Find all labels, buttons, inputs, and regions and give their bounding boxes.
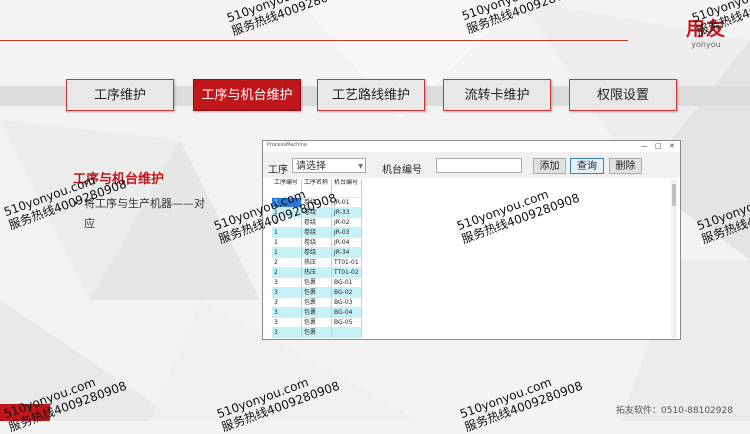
cell-process-name[interactable]: 包裹 bbox=[301, 307, 332, 318]
tab-routing[interactable]: 工艺路线维护 bbox=[317, 79, 425, 111]
process-select[interactable]: 请选择 ▼ bbox=[292, 158, 366, 173]
cell-machine-id[interactable]: JR-34 bbox=[331, 247, 362, 258]
tab-process[interactable]: 工序维护 bbox=[66, 79, 174, 111]
cell-process-name[interactable]: 卷绕 bbox=[301, 227, 332, 238]
cell-machine-id[interactable] bbox=[331, 327, 362, 338]
header-divider bbox=[0, 40, 628, 41]
cell-machine-id[interactable]: BG-01 bbox=[331, 277, 362, 288]
footer-contact: 拓友软件：0510-88102928 bbox=[616, 406, 733, 416]
cell-process-name[interactable]: 卷绕 bbox=[301, 247, 332, 258]
cell-process-id[interactable]: 1 bbox=[272, 237, 302, 248]
tab-process-machine[interactable]: 工序与机台维护 bbox=[193, 79, 301, 111]
close-icon[interactable]: ✕ bbox=[669, 141, 675, 151]
tab-permissions[interactable]: 权限设置 bbox=[569, 79, 677, 111]
tab-transfer-card[interactable]: 流转卡维护 bbox=[443, 79, 551, 111]
cell-machine-id[interactable]: BG-05 bbox=[331, 317, 362, 328]
cell-process-name[interactable]: 热压 bbox=[301, 267, 332, 278]
maximize-icon[interactable]: □ bbox=[655, 141, 662, 151]
cell-process-id[interactable]: 3 bbox=[272, 327, 302, 338]
table-row[interactable]: 3 包裹 bbox=[272, 327, 362, 338]
delete-button[interactable]: 删除 bbox=[609, 158, 642, 174]
cell-machine-id[interactable]: BG-03 bbox=[331, 297, 362, 308]
logo-en: yonyou bbox=[691, 40, 721, 49]
cell-process-id[interactable]: 2 bbox=[272, 257, 302, 268]
query-button[interactable]: 查询 bbox=[570, 158, 604, 174]
cell-process-id[interactable]: 3 bbox=[272, 277, 302, 288]
vertical-scrollbar[interactable] bbox=[671, 180, 677, 338]
cell-process-name[interactable]: 包裹 bbox=[301, 297, 332, 308]
table-row[interactable]: 1 卷绕 JR-34 bbox=[272, 247, 362, 258]
tab-bar: 工序维护 工序与机台维护 工艺路线维护 流转卡维护 权限设置 bbox=[0, 79, 750, 113]
table-row[interactable]: 1 卷绕 JR-04 bbox=[272, 237, 362, 248]
chevron-down-icon: ▼ bbox=[358, 163, 363, 170]
cell-machine-id[interactable]: JR-03 bbox=[331, 227, 362, 238]
cell-process-id[interactable]: 3 bbox=[272, 317, 302, 328]
table-row[interactable]: 3 包裹 BG-04 bbox=[272, 307, 362, 318]
cell-process-id[interactable]: 3 bbox=[272, 307, 302, 318]
table-row[interactable]: 3 包裹 BG-02 bbox=[272, 287, 362, 298]
process-label: 工序 bbox=[268, 165, 288, 176]
cell-process-id[interactable]: 2 bbox=[272, 267, 302, 278]
cell-process-name[interactable]: 卷绕 bbox=[301, 217, 332, 228]
cell-machine-id[interactable]: BG-04 bbox=[331, 307, 362, 318]
cell-machine-id[interactable]: BG-02 bbox=[331, 287, 362, 298]
cell-process-id[interactable]: 3 bbox=[272, 287, 302, 298]
machine-input[interactable] bbox=[436, 158, 522, 173]
table-row[interactable]: 3 包裹 BG-03 bbox=[272, 297, 362, 308]
cell-machine-id[interactable]: TT01-01 bbox=[331, 257, 362, 268]
toolbar: 工序 请选择 ▼ 机台编号 添加 查询 删除 bbox=[263, 152, 680, 178]
bullet-text: 将工序与生产机器——对应 bbox=[84, 197, 205, 230]
table-row[interactable]: 3 包裹 BG-05 bbox=[272, 317, 362, 328]
machine-label: 机台编号 bbox=[382, 165, 422, 176]
table-row[interactable]: 2 热压 TT01-02 bbox=[272, 267, 362, 278]
table-row[interactable]: 3 包裹 BG-01 bbox=[272, 277, 362, 288]
process-select-value: 请选择 bbox=[296, 161, 326, 172]
window-title: ProcessMachine bbox=[267, 142, 307, 148]
cell-process-id[interactable]: 3 bbox=[272, 297, 302, 308]
add-button[interactable]: 添加 bbox=[533, 158, 566, 174]
header-machine-id[interactable]: 机台编号 bbox=[331, 179, 362, 198]
cell-process-id[interactable]: 1 bbox=[272, 247, 302, 258]
cell-process-name[interactable]: 包裹 bbox=[301, 317, 332, 328]
cell-machine-id[interactable]: TT01-02 bbox=[331, 267, 362, 278]
cell-machine-id[interactable]: JR-02 bbox=[331, 217, 362, 228]
cell-process-name[interactable]: 热压 bbox=[301, 257, 332, 268]
cell-process-name[interactable]: 包裹 bbox=[301, 327, 332, 338]
cell-process-name[interactable]: 包裹 bbox=[301, 277, 332, 288]
table-row[interactable]: 1 卷绕 JR-03 bbox=[272, 227, 362, 238]
cell-process-name[interactable]: 卷绕 bbox=[301, 237, 332, 248]
cell-process-id[interactable]: 1 bbox=[272, 227, 302, 238]
cell-machine-id[interactable]: JR-04 bbox=[331, 237, 362, 248]
table-row[interactable]: 2 热压 TT01-01 bbox=[272, 257, 362, 268]
cell-process-name[interactable]: 包裹 bbox=[301, 287, 332, 298]
scrollbar-thumb[interactable] bbox=[672, 184, 676, 206]
cell-machine-id[interactable]: JR-33 bbox=[331, 207, 362, 218]
minimize-icon[interactable]: — bbox=[641, 141, 648, 151]
